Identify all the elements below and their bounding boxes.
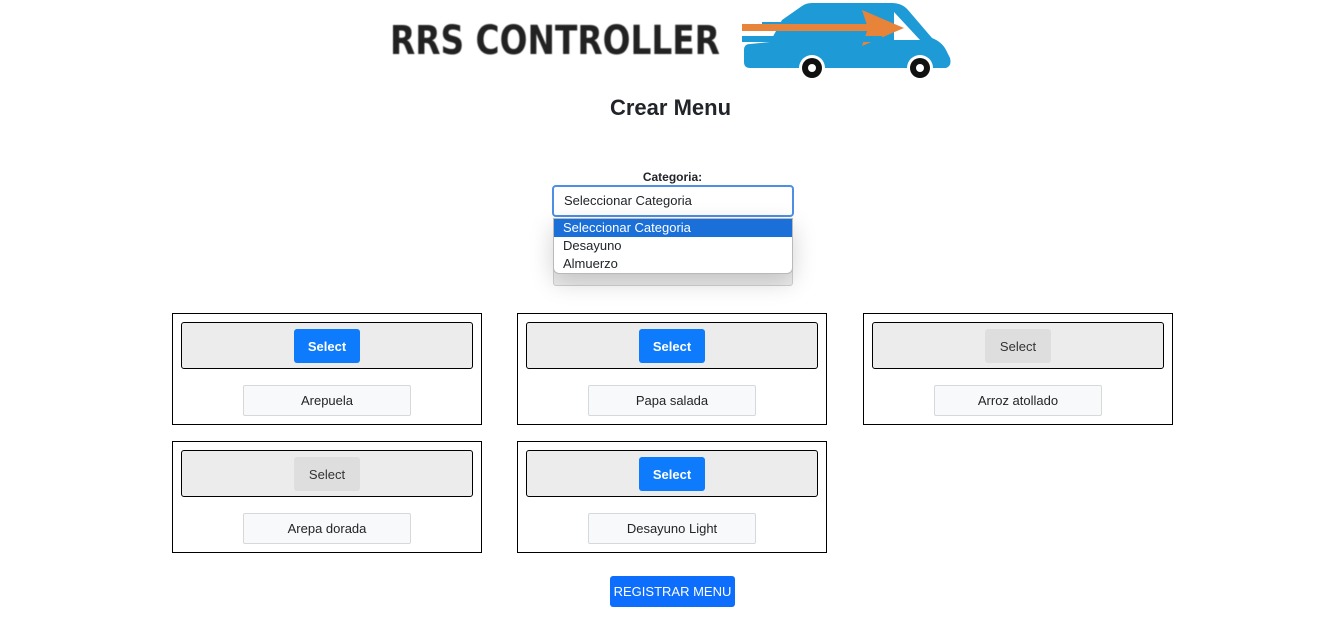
card-select-area: Select [526, 322, 818, 369]
item-name: Papa salada [588, 385, 756, 416]
category-option-almuerzo[interactable]: Almuerzo [554, 255, 792, 273]
card-select-area: Select [526, 450, 818, 497]
card-select-area: Select [181, 450, 473, 497]
item-name: Desayuno Light [588, 513, 756, 544]
select-button[interactable]: Select [294, 329, 360, 363]
select-button[interactable]: Select [639, 329, 705, 363]
menu-card-arepuela: Select Arepuela [172, 313, 482, 425]
category-label: Categoria: [642, 170, 703, 184]
menu-card-arroz-atollado: Select Arroz atollado [863, 313, 1173, 425]
register-menu-button[interactable]: REGISTRAR MENU [610, 576, 735, 607]
select-button[interactable]: Select [639, 457, 705, 491]
menu-card-desayuno-light: Select Desayuno Light [517, 441, 827, 553]
menu-card-papa-salada: Select Papa salada [517, 313, 827, 425]
logo: RRS CONTROLLER [386, 0, 952, 94]
card-select-area: Select [872, 322, 1164, 369]
page-title: Crear Menu [609, 95, 732, 120]
select-button[interactable]: Select [294, 457, 360, 491]
category-select[interactable]: Seleccionar Categoria [552, 185, 794, 217]
menu-card-arepa-dorada: Select Arepa dorada [172, 441, 482, 553]
item-name: Arepuela [243, 385, 411, 416]
category-dropdown: Seleccionar Categoria Desayuno Almuerzo [553, 218, 793, 274]
select-button[interactable]: Select [985, 329, 1051, 363]
category-option-seleccionar[interactable]: Seleccionar Categoria [554, 219, 792, 237]
item-name: Arepa dorada [243, 513, 411, 544]
item-name: Arroz atollado [934, 385, 1102, 416]
logo-text: RRS CONTROLLER [390, 18, 720, 64]
card-select-area: Select [181, 322, 473, 369]
category-option-desayuno[interactable]: Desayuno [554, 237, 792, 255]
truck-arrow-icon [742, 3, 951, 81]
